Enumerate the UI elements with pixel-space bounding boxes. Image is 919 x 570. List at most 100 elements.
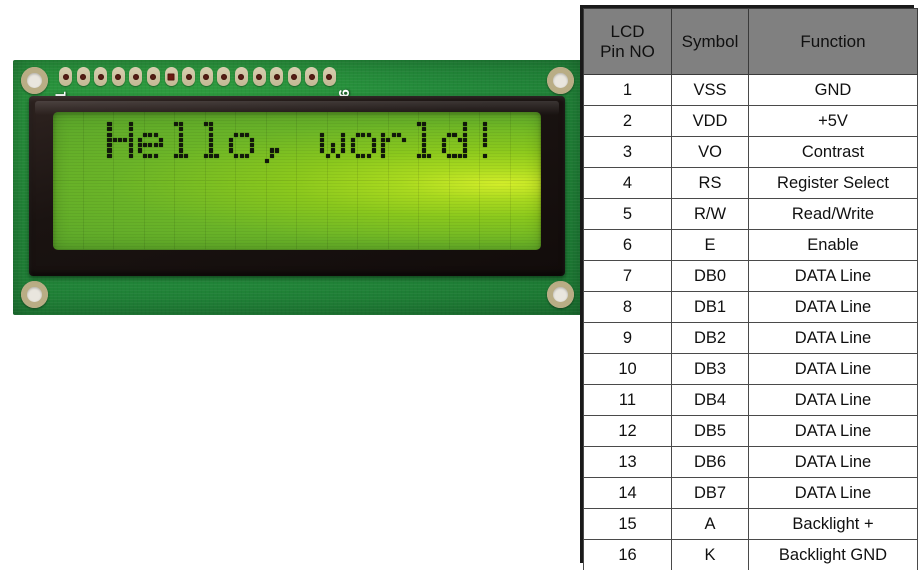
symbol-cell: RS bbox=[671, 167, 749, 199]
lcd-character bbox=[199, 122, 224, 163]
pin-number-cell: 8 bbox=[583, 291, 672, 323]
lcd-character bbox=[472, 122, 497, 163]
symbol-cell: DB1 bbox=[671, 291, 749, 323]
pin-pad-5 bbox=[129, 67, 143, 86]
lcd-character bbox=[320, 122, 346, 163]
lcd-character bbox=[77, 122, 102, 163]
table-row: 9 DB2 DATA Line bbox=[583, 322, 918, 354]
lcd-character bbox=[290, 122, 315, 163]
char-cell bbox=[510, 181, 541, 250]
pin-pad-11 bbox=[234, 67, 248, 86]
char-cell bbox=[327, 181, 358, 250]
lcd-character bbox=[229, 122, 255, 163]
pin-number-cell: 15 bbox=[583, 508, 672, 540]
pinout-table: LCD Pin NO Symbol Function 1 VSS GND 2 VDD +5… bbox=[583, 8, 918, 570]
function-cell: +5V bbox=[748, 105, 918, 137]
char-cell bbox=[449, 181, 480, 250]
mounting-hole-top-left bbox=[21, 67, 48, 94]
function-cell: GND bbox=[748, 74, 918, 106]
char-cell bbox=[236, 181, 267, 250]
symbol-cell: DB4 bbox=[671, 384, 749, 416]
pin-pad-14 bbox=[287, 67, 301, 86]
pin-number-cell: 13 bbox=[583, 446, 672, 478]
function-cell: Contrast bbox=[748, 136, 918, 168]
pin-pad-12 bbox=[252, 67, 266, 86]
pin-pad-6 bbox=[146, 67, 160, 86]
char-cell bbox=[480, 181, 511, 250]
char-cell bbox=[144, 181, 175, 250]
table-row: 5 R/W Read/Write bbox=[583, 198, 918, 230]
table-row: 7 DB0 DATA Line bbox=[583, 260, 918, 292]
table-row: 13 DB6 DATA Line bbox=[583, 446, 918, 478]
lcd-character bbox=[350, 122, 376, 163]
screenshot-root: 1 16 LCD Pin NO Symbol bbox=[0, 0, 919, 570]
mounting-hole-top-right bbox=[547, 67, 574, 94]
table-row: 12 DB5 DATA Line bbox=[583, 415, 918, 447]
pin-header-row bbox=[59, 67, 336, 86]
pin-pad-10 bbox=[217, 67, 231, 86]
table-row: 1 VSS GND bbox=[583, 74, 918, 106]
function-cell: Backlight GND bbox=[748, 539, 918, 570]
char-cell bbox=[205, 181, 236, 250]
table-row: 8 DB1 DATA Line bbox=[583, 291, 918, 323]
pin-number-cell: 5 bbox=[583, 198, 672, 230]
lcd-character bbox=[259, 122, 284, 164]
pin-number-cell: 6 bbox=[583, 229, 672, 261]
char-cell bbox=[53, 181, 84, 250]
table-row: 16 K Backlight GND bbox=[583, 539, 918, 570]
function-cell: Register Select bbox=[748, 167, 918, 199]
function-cell: DATA Line bbox=[748, 260, 918, 292]
column-header-symbol: Symbol bbox=[671, 8, 749, 75]
char-cell bbox=[114, 181, 145, 250]
mounting-hole-bottom-left bbox=[21, 281, 48, 308]
lcd-module-photo: 1 16 bbox=[13, 60, 582, 315]
symbol-cell: VO bbox=[671, 136, 749, 168]
table-row: 14 DB7 DATA Line bbox=[583, 477, 918, 509]
table-row: 11 DB4 DATA Line bbox=[583, 384, 918, 416]
pinout-table-head: LCD Pin NO Symbol Function bbox=[583, 8, 918, 75]
function-cell: DATA Line bbox=[748, 477, 918, 509]
pin-pad-7 bbox=[164, 67, 178, 86]
symbol-cell: E bbox=[671, 229, 749, 261]
pinout-table-container: LCD Pin NO Symbol Function 1 VSS GND 2 VDD +5… bbox=[580, 5, 918, 570]
char-cell bbox=[388, 181, 419, 250]
symbol-cell: VDD bbox=[671, 105, 749, 137]
pin-number-cell: 1 bbox=[583, 74, 672, 106]
pin-pad-15 bbox=[305, 67, 319, 86]
pin-number-cell: 2 bbox=[583, 105, 672, 137]
lcd-character bbox=[107, 122, 133, 163]
function-cell: DATA Line bbox=[748, 415, 918, 447]
table-row: 4 RS Register Select bbox=[583, 167, 918, 199]
symbol-cell: DB5 bbox=[671, 415, 749, 447]
table-header-row: LCD Pin NO Symbol Function bbox=[583, 8, 918, 75]
function-cell: Enable bbox=[748, 229, 918, 261]
column-header-pin-no: LCD Pin NO bbox=[583, 8, 672, 75]
char-cell bbox=[510, 112, 541, 181]
table-row: 15 A Backlight + bbox=[583, 508, 918, 540]
pinout-table-body: 1 VSS GND 2 VDD +5V 3 VO Contrast 4 RS Register Sel… bbox=[583, 74, 918, 570]
symbol-cell: DB0 bbox=[671, 260, 749, 292]
table-row: 6 E Enable bbox=[583, 229, 918, 261]
lcd-character bbox=[381, 122, 407, 163]
table-row: 10 DB3 DATA Line bbox=[583, 353, 918, 385]
symbol-cell: DB6 bbox=[671, 446, 749, 478]
lcd-character bbox=[411, 122, 436, 163]
table-row: 3 VO Contrast bbox=[583, 136, 918, 168]
mounting-hole-bottom-right bbox=[547, 281, 574, 308]
symbol-cell: R/W bbox=[671, 198, 749, 230]
function-cell: DATA Line bbox=[748, 322, 918, 354]
function-cell: DATA Line bbox=[748, 446, 918, 478]
symbol-cell: VSS bbox=[671, 74, 749, 106]
pin-number-cell: 10 bbox=[583, 353, 672, 385]
char-cell bbox=[297, 181, 328, 250]
header-pin-line1: LCD bbox=[610, 21, 645, 41]
pin-pad-16 bbox=[322, 67, 336, 86]
pin-number-cell: 3 bbox=[583, 136, 672, 168]
symbol-cell: K bbox=[671, 539, 749, 570]
pin-pad-3 bbox=[94, 67, 108, 86]
pin-number-cell: 14 bbox=[583, 477, 672, 509]
function-cell: Backlight + bbox=[748, 508, 918, 540]
char-cell bbox=[419, 181, 450, 250]
pin-number-cell: 12 bbox=[583, 415, 672, 447]
pin-pad-1 bbox=[59, 67, 72, 86]
